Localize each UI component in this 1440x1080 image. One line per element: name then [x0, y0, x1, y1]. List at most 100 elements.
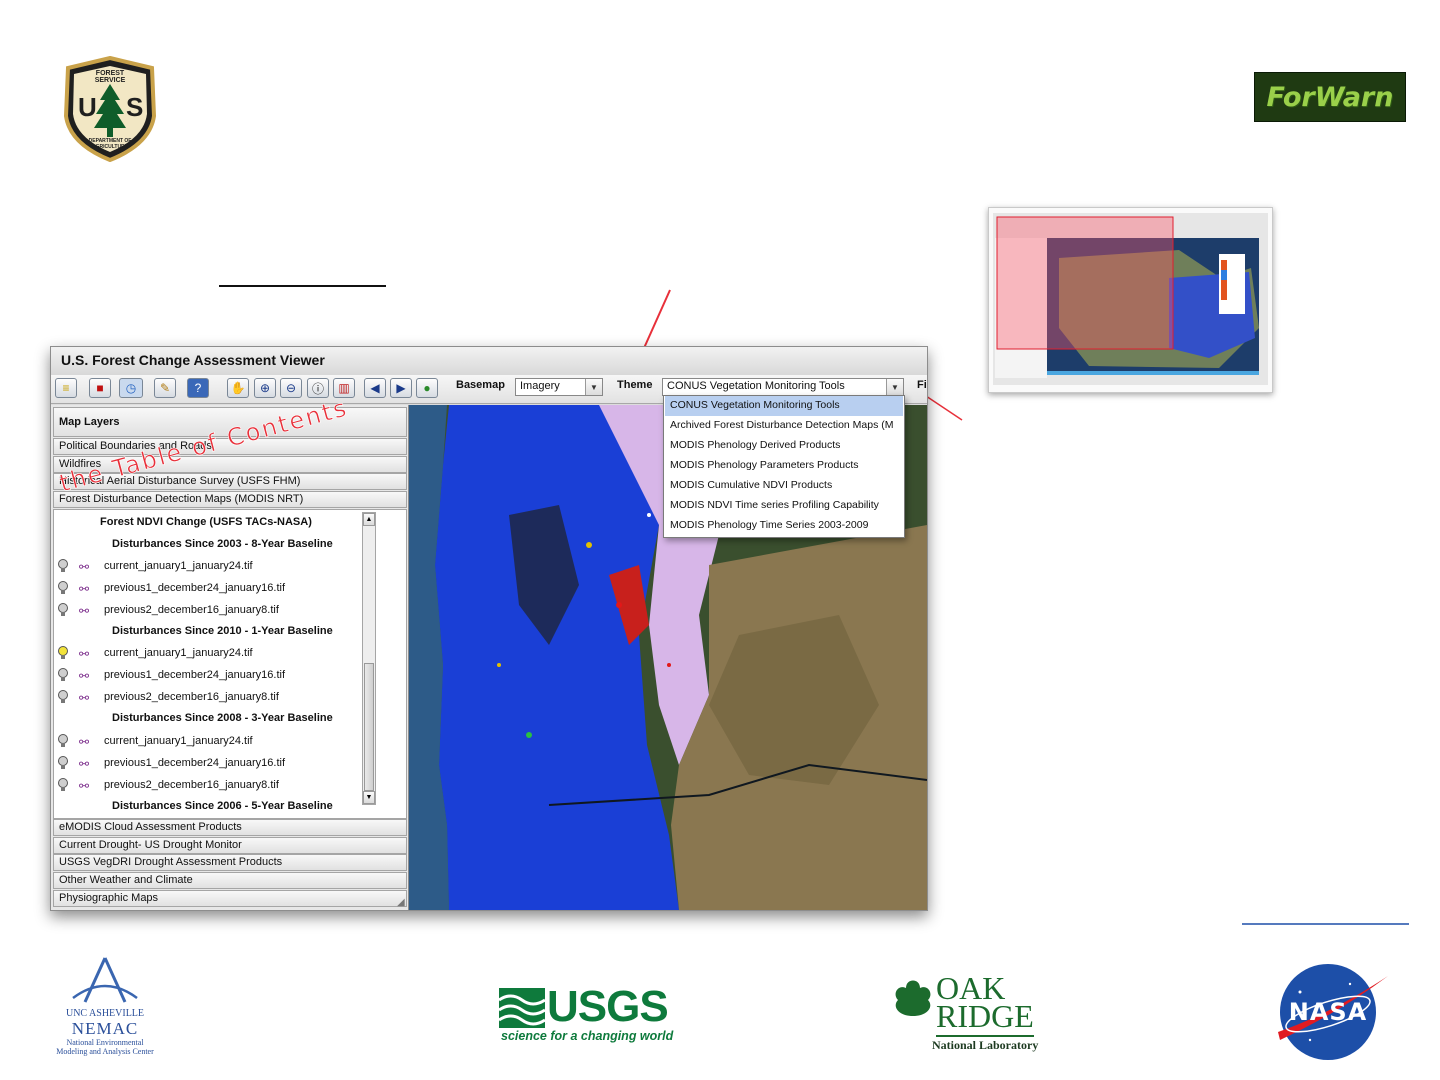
- layer-name: current_january1_january24.tif: [104, 647, 253, 659]
- theme-option[interactable]: MODIS Phenology Derived Products: [665, 436, 903, 456]
- theme-value: CONUS Vegetation Monitoring Tools: [667, 380, 845, 392]
- lightbulb-icon[interactable]: [57, 603, 69, 617]
- layer-row[interactable]: ⚯ previous1_december24_january16.tif: [54, 754, 374, 774]
- nemac-line2: NEMAC: [71, 1019, 139, 1038]
- chevron-down-icon[interactable]: ▼: [585, 379, 602, 395]
- basemap-label: Basemap: [456, 379, 505, 391]
- layer-row[interactable]: ⚯ previous2_december16_january8.tif: [54, 601, 374, 621]
- theme-option[interactable]: MODIS Cumulative NDVI Products: [665, 476, 903, 496]
- theme-option[interactable]: Archived Forest Disturbance Detection Ma…: [665, 416, 903, 436]
- group-current-drought[interactable]: Current Drought- US Drought Monitor: [53, 837, 407, 854]
- layer-row[interactable]: ⚯ previous2_december16_january8.tif: [54, 688, 374, 708]
- group-forest-disturbance[interactable]: Forest Disturbance Detection Maps (MODIS…: [53, 491, 407, 508]
- link-icon[interactable]: ⚯: [79, 757, 89, 771]
- layer-row[interactable]: ⚯ previous1_december24_january16.tif: [54, 666, 374, 686]
- zoom-out-icon[interactable]: ⊖: [280, 378, 302, 398]
- lightbulb-icon[interactable]: [57, 778, 69, 792]
- full-extent-globe-icon[interactable]: ●: [416, 378, 438, 398]
- resize-grip-icon[interactable]: ◢: [397, 897, 405, 908]
- subgroup-heading: Forest NDVI Change (USFS TACs-NASA): [100, 516, 312, 528]
- nemac-line3: National Environmental: [66, 1038, 144, 1047]
- chevron-down-icon[interactable]: ▼: [886, 379, 903, 395]
- layer-name: previous1_december24_january16.tif: [104, 669, 286, 681]
- nemac-logo: UNC ASHEVILLE NEMAC National Environment…: [40, 956, 170, 1056]
- help-icon[interactable]: ?: [187, 378, 209, 398]
- nemac-line1: UNC ASHEVILLE: [65, 1008, 145, 1019]
- group-physiographic[interactable]: Physiographic Maps: [53, 890, 407, 907]
- theme-option[interactable]: MODIS Phenology Parameters Products: [665, 456, 903, 476]
- scroll-thumb[interactable]: [364, 663, 374, 791]
- forward-extent-icon[interactable]: ▶: [390, 378, 412, 398]
- section-heading: Disturbances Since 2008 - 3-Year Baselin…: [112, 712, 333, 724]
- toolbar-cut-label: Fi: [917, 379, 927, 391]
- basemap-select[interactable]: Imagery ▼: [515, 378, 603, 396]
- layer-name: previous2_december16_january8.tif: [104, 604, 279, 616]
- layer-name: previous2_december16_january8.tif: [104, 779, 279, 791]
- usgs-tagline: science for a changing world: [501, 1029, 674, 1043]
- back-extent-icon[interactable]: ◀: [364, 378, 386, 398]
- layer-row[interactable]: ⚯ previous2_december16_january8.tif: [54, 776, 374, 796]
- link-icon[interactable]: ⚯: [79, 604, 89, 618]
- toolbox-icon[interactable]: ■: [89, 378, 111, 398]
- scroll-up-icon[interactable]: ▲: [363, 513, 375, 526]
- section-heading: Disturbances Since 2003 - 8-Year Baselin…: [112, 538, 333, 550]
- link-icon[interactable]: ⚯: [79, 691, 89, 705]
- nemac-line4: Modeling and Analysis Center: [56, 1047, 154, 1056]
- link-icon[interactable]: ⚯: [79, 669, 89, 683]
- group-emodis-cloud[interactable]: eMODIS Cloud Assessment Products: [53, 819, 407, 836]
- nasa-logo: NASA: [1270, 962, 1390, 1062]
- oak-ridge-line2: RIDGE: [936, 998, 1034, 1037]
- forest-change-viewer-window: U.S. Forest Change Assessment Viewer ≡ ■…: [50, 346, 928, 911]
- basemap-value: Imagery: [520, 380, 560, 392]
- lightbulb-icon[interactable]: [57, 581, 69, 595]
- viewer-thumbnail: [988, 207, 1273, 393]
- lightbulb-icon[interactable]: [57, 690, 69, 704]
- theme-label: Theme: [617, 379, 653, 391]
- link-icon[interactable]: ⚯: [79, 647, 89, 661]
- pan-hand-icon[interactable]: ✋: [227, 378, 249, 398]
- layer-name: previous2_december16_january8.tif: [104, 691, 279, 703]
- theme-option[interactable]: MODIS NDVI Time series Profiling Capabil…: [665, 496, 903, 516]
- layer-row[interactable]: ⚯ current_january1_january24.tif: [54, 644, 374, 664]
- theme-select[interactable]: CONUS Vegetation Monitoring Tools ▼: [662, 378, 904, 396]
- window-title: U.S. Forest Change Assessment Viewer: [61, 352, 325, 368]
- nasa-wordmark: NASA: [1288, 998, 1368, 1026]
- theme-option[interactable]: MODIS Phenology Time Series 2003-2009: [665, 516, 903, 536]
- theme-dropdown-list: CONUS Vegetation Monitoring Tools Archiv…: [663, 395, 905, 538]
- link-icon[interactable]: ⚯: [79, 582, 89, 596]
- usgs-wordmark: USGS: [547, 982, 669, 1031]
- window-titlebar: U.S. Forest Change Assessment Viewer: [51, 347, 927, 376]
- lightbulb-icon[interactable]: [57, 734, 69, 748]
- link-icon[interactable]: ⚯: [79, 560, 89, 574]
- pencil-icon[interactable]: ✎: [154, 378, 176, 398]
- layer-name: previous1_december24_january16.tif: [104, 582, 286, 594]
- layers-icon[interactable]: ≡: [55, 378, 77, 398]
- link-icon[interactable]: ⚯: [79, 735, 89, 749]
- lightbulb-icon[interactable]: [57, 668, 69, 682]
- group-other-weather[interactable]: Other Weather and Climate: [53, 872, 407, 889]
- layer-name: current_january1_january24.tif: [104, 735, 253, 747]
- lightbulb-on-icon[interactable]: [57, 646, 69, 660]
- layer-name: previous1_december24_january16.tif: [104, 757, 286, 769]
- oak-ridge-logo: OAK RIDGE National Laboratory: [890, 970, 1050, 1056]
- clock-icon[interactable]: ◷: [119, 378, 143, 398]
- zoom-in-icon[interactable]: ⊕: [254, 378, 276, 398]
- layer-list-scrollbar[interactable]: ▲ ▼: [362, 512, 376, 805]
- lightbulb-icon[interactable]: [57, 559, 69, 573]
- identify-info-icon[interactable]: ⓘ: [307, 378, 329, 398]
- map-layers-title-text: Map Layers: [59, 416, 120, 428]
- layer-row[interactable]: ⚯ previous1_december24_january16.tif: [54, 579, 374, 599]
- section-heading: Disturbances Since 2010 - 1-Year Baselin…: [112, 625, 333, 637]
- link-icon[interactable]: ⚯: [79, 779, 89, 793]
- section-heading-cut: Disturbances Since 2006 - 5-Year Baselin…: [112, 800, 333, 812]
- theme-option[interactable]: CONUS Vegetation Monitoring Tools: [665, 396, 903, 416]
- layer-row[interactable]: ⚯ current_january1_january24.tif: [54, 732, 374, 752]
- lightbulb-icon[interactable]: [57, 756, 69, 770]
- scroll-down-icon[interactable]: ▼: [363, 791, 375, 804]
- layer-row[interactable]: ⚯ current_january1_january24.tif: [54, 557, 374, 577]
- layer-list: Forest NDVI Change (USFS TACs-NASA) Dist…: [53, 509, 407, 819]
- usgs-logo: USGS science for a changing world: [499, 982, 673, 1046]
- group-usgs-vegdri[interactable]: USGS VegDRI Drought Assessment Products: [53, 854, 407, 871]
- oak-ridge-line3: National Laboratory: [932, 1038, 1039, 1052]
- layer-name: current_january1_january24.tif: [104, 560, 253, 572]
